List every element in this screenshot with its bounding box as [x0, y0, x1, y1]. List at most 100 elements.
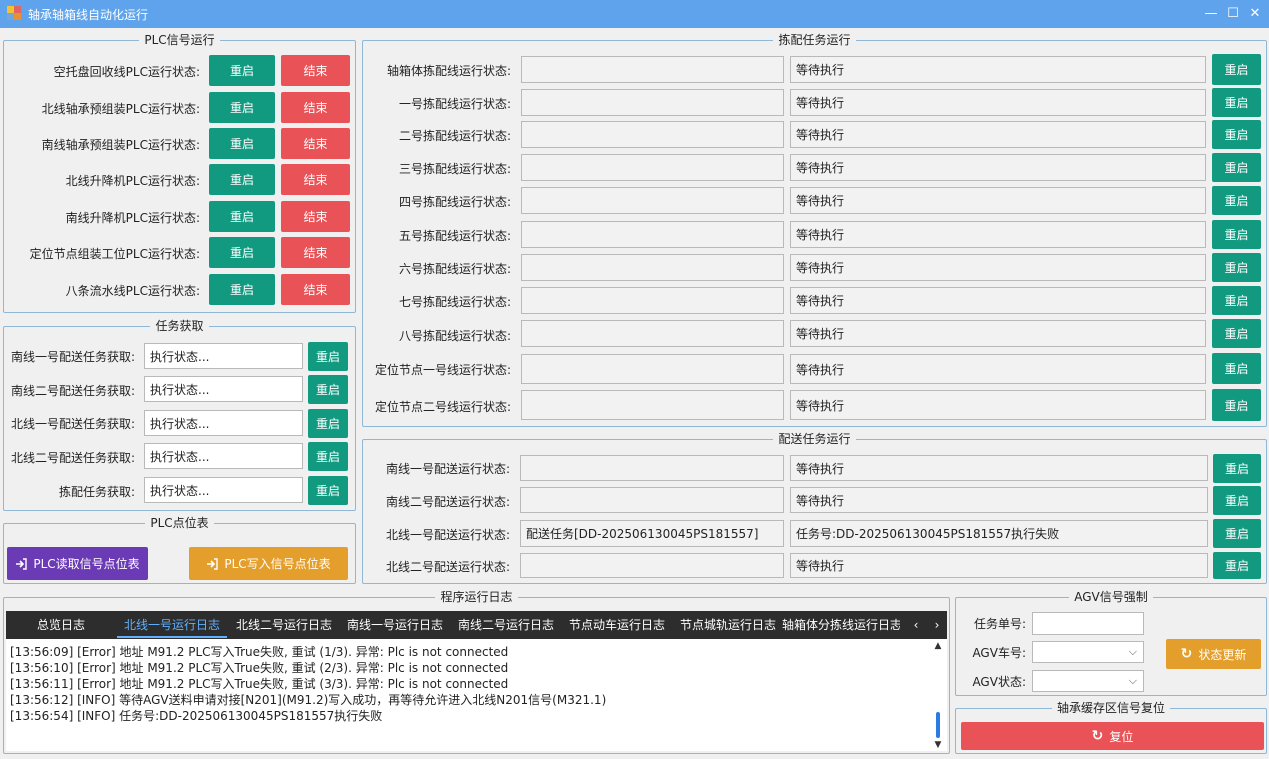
pick-task-field[interactable] [521, 221, 784, 248]
plc-restart-button[interactable]: 重启 [209, 128, 275, 159]
tab-scroll-right-icon[interactable]: › [928, 612, 946, 638]
pick-status-field[interactable]: 等待执行 [790, 390, 1206, 420]
pick-restart-button[interactable]: 重启 [1212, 389, 1261, 421]
pick-restart-button[interactable]: 重启 [1212, 186, 1261, 215]
tab-north-line-2-log[interactable]: 北线二号运行日志 [230, 612, 338, 638]
pick-status-field[interactable]: 等待执行 [790, 89, 1206, 116]
tab-south-line-1-log[interactable]: 南线一号运行日志 [341, 612, 449, 638]
pick-task-field[interactable] [521, 154, 784, 181]
log-scrollbar-thumb[interactable] [936, 712, 940, 738]
plc-restart-button[interactable]: 重启 [209, 274, 275, 305]
login-arrow-icon [207, 557, 219, 570]
pick-restart-button[interactable]: 重启 [1212, 319, 1261, 348]
buffer-legend: 轴承缓存区信号复位 [1056, 701, 1165, 715]
close-button[interactable]: ✕ [1245, 4, 1265, 24]
tab-node-metro-log[interactable]: 节点城轨运行日志 [674, 612, 782, 638]
tab-scroll-left-icon[interactable]: ‹ [907, 612, 925, 638]
fetch-restart-button[interactable]: 重启 [308, 375, 348, 404]
plc-restart-button[interactable]: 重启 [209, 237, 275, 268]
plc-row-label: 北线升降机PLC运行状态: [65, 174, 200, 188]
fetch-restart-button[interactable]: 重启 [308, 476, 348, 505]
pick-status-field[interactable]: 等待执行 [790, 354, 1206, 384]
delivery-restart-button[interactable]: 重启 [1213, 552, 1261, 579]
fetch-restart-button[interactable]: 重启 [308, 409, 348, 438]
delivery-restart-button[interactable]: 重启 [1213, 486, 1261, 515]
pick-task-field[interactable] [521, 89, 784, 116]
agv-state-select[interactable]: ⌵ [1032, 670, 1144, 692]
fetch-status-field[interactable]: 执行状态... [144, 376, 303, 402]
delivery-task-field[interactable] [520, 455, 784, 481]
pick-restart-button[interactable]: 重启 [1212, 153, 1261, 182]
pick-restart-button[interactable]: 重启 [1212, 353, 1261, 384]
pick-status-field[interactable]: 等待执行 [790, 287, 1206, 314]
buffer-reset-button[interactable]: ↻ 复位 [961, 722, 1264, 750]
fetch-status-field[interactable]: 执行状态... [144, 477, 303, 503]
pick-task-field[interactable] [521, 254, 784, 281]
agv-car-select[interactable]: ⌵ [1032, 641, 1144, 663]
pick-restart-button[interactable]: 重启 [1212, 286, 1261, 315]
pick-status-field[interactable]: 等待执行 [790, 254, 1206, 281]
buffer-reset-label: 复位 [1109, 729, 1134, 744]
plc-end-button[interactable]: 结束 [281, 92, 350, 123]
app-icon [7, 6, 21, 20]
delivery-status-field[interactable]: 等待执行 [790, 553, 1208, 578]
plc-restart-button[interactable]: 重启 [209, 164, 275, 195]
scroll-up-icon[interactable]: ▲ [932, 641, 944, 651]
pick-restart-button[interactable]: 重启 [1212, 120, 1261, 149]
delivery-restart-button[interactable]: 重启 [1213, 519, 1261, 548]
plc-restart-button[interactable]: 重启 [209, 201, 275, 232]
delivery-status-field[interactable]: 等待执行 [790, 455, 1208, 481]
plc-end-button[interactable]: 结束 [281, 237, 350, 268]
tab-node-emu-log[interactable]: 节点动车运行日志 [563, 612, 671, 638]
fetch-status-field[interactable]: 执行状态... [144, 343, 303, 369]
pick-task-field[interactable] [521, 187, 784, 214]
scroll-down-icon[interactable]: ▼ [932, 740, 944, 750]
plc-end-button[interactable]: 结束 [281, 55, 350, 86]
pick-restart-button[interactable]: 重启 [1212, 54, 1261, 85]
pick-status-field[interactable]: 等待执行 [790, 221, 1206, 248]
tab-axlebox-sort-log[interactable]: 轴箱体分拣线运行日志 [782, 612, 900, 638]
pick-status-field[interactable]: 等待执行 [790, 320, 1206, 347]
pick-status-field[interactable]: 等待执行 [790, 187, 1206, 214]
fetch-status-field[interactable]: 执行状态... [144, 410, 303, 436]
pick-task-field[interactable] [521, 320, 784, 347]
pick-status-field[interactable]: 等待执行 [790, 121, 1206, 148]
delivery-restart-button[interactable]: 重启 [1213, 454, 1261, 483]
pick-status-field[interactable]: 等待执行 [790, 56, 1206, 83]
maximize-button[interactable]: ☐ [1223, 4, 1243, 24]
pick-task-field[interactable] [521, 390, 784, 420]
plc-read-points-button[interactable]: PLC读取信号点位表 [7, 547, 148, 580]
tab-south-line-2-log[interactable]: 南线二号运行日志 [452, 612, 560, 638]
plc-end-button[interactable]: 结束 [281, 128, 350, 159]
pick-restart-button[interactable]: 重启 [1212, 220, 1261, 249]
plc-end-button[interactable]: 结束 [281, 164, 350, 195]
plc-restart-button[interactable]: 重启 [209, 55, 275, 86]
plc-end-button[interactable]: 结束 [281, 274, 350, 305]
pick-status-field[interactable]: 等待执行 [790, 154, 1206, 181]
delivery-status-field[interactable]: 等待执行 [790, 487, 1208, 513]
tab-north-line-1-log[interactable]: 北线一号运行日志 [117, 612, 227, 638]
agv-update-button[interactable]: ↻ 状态更新 [1166, 639, 1261, 669]
plc-write-points-button[interactable]: PLC写入信号点位表 [189, 547, 348, 580]
pick-row-label: 定位节点二号线运行状态: [374, 400, 511, 414]
pick-task-field[interactable] [521, 354, 784, 384]
plc-restart-button[interactable]: 重启 [209, 92, 275, 123]
pick-restart-button[interactable]: 重启 [1212, 88, 1261, 117]
fetch-restart-button[interactable]: 重启 [308, 342, 348, 371]
fetch-status-field[interactable]: 执行状态... [144, 443, 303, 469]
delivery-task-field[interactable] [520, 487, 784, 513]
pick-task-field[interactable] [521, 56, 784, 83]
pick-restart-button[interactable]: 重启 [1212, 253, 1261, 282]
delivery-task-field[interactable]: 配送任务[DD-202506130045PS181557] [520, 520, 784, 547]
tab-overview-log[interactable]: 总览日志 [10, 612, 112, 638]
plc-end-button[interactable]: 结束 [281, 201, 350, 232]
agv-task-input[interactable] [1032, 612, 1144, 635]
agv-state-label: AGV状态: [972, 675, 1026, 689]
minimize-button[interactable]: — [1201, 4, 1221, 24]
fetch-restart-button[interactable]: 重启 [308, 442, 348, 471]
delivery-status-field[interactable]: 任务号:DD-202506130045PS181557执行失败 [790, 520, 1208, 547]
delivery-task-field[interactable] [520, 553, 784, 578]
agv-car-label: AGV车号: [972, 646, 1026, 660]
pick-task-field[interactable] [521, 287, 784, 314]
pick-task-field[interactable] [521, 121, 784, 148]
